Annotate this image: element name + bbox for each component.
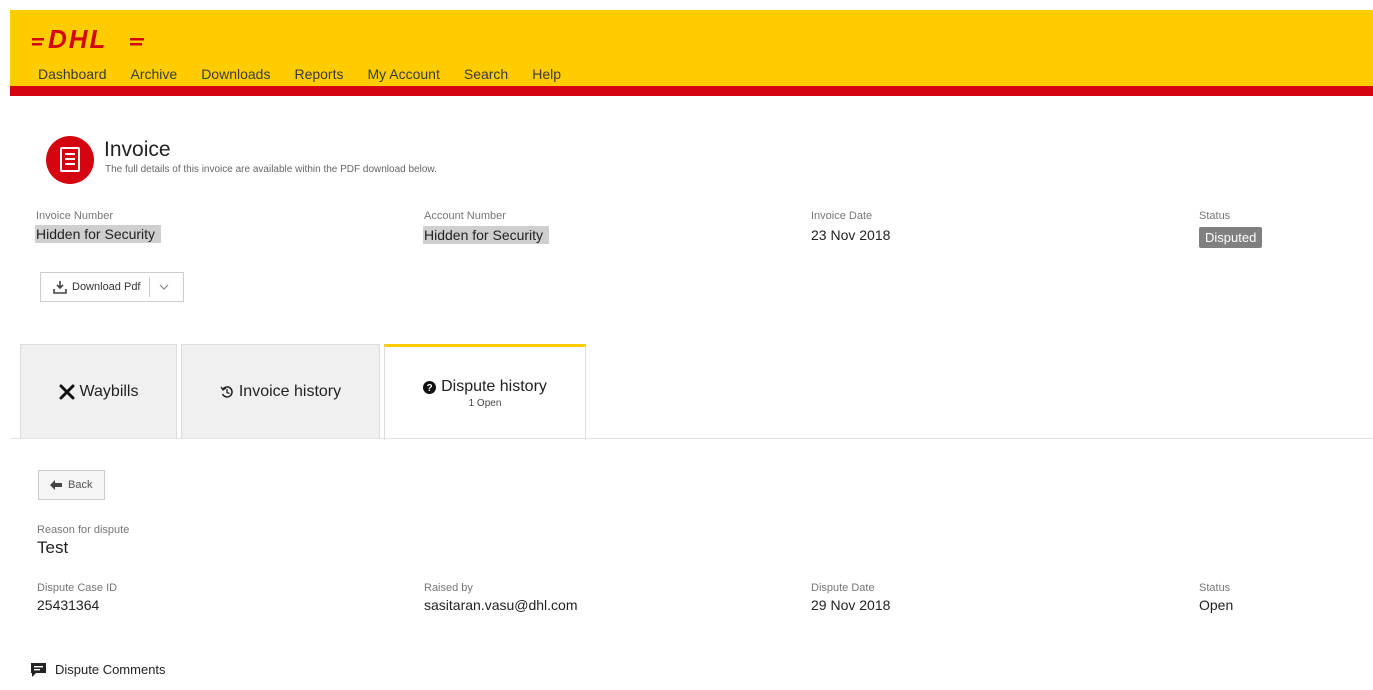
invoice-number-value: Hidden for Security [35,225,162,243]
tab-waybills[interactable]: Waybills [20,344,177,439]
nav-dashboard[interactable]: Dashboard [38,66,107,82]
tab-dispute-history-label: Dispute history [441,378,547,395]
tab-dispute-history[interactable]: ? Dispute history 1 Open [384,344,586,440]
dispute-case-id-value: 25431364 [37,597,100,613]
question-circle-icon: ? [423,380,437,394]
back-button[interactable]: Back [38,470,105,500]
arrow-left-icon [50,480,62,490]
comment-icon [31,662,46,677]
document-icon [46,136,94,184]
dispute-date-label: Dispute Date [811,582,875,594]
download-icon [53,281,67,294]
invoice-date-label: Invoice Date [811,210,873,222]
invoice-status-label: Status [1199,210,1231,222]
account-number-label: Account Number [424,210,506,222]
reason-value: Test [37,538,69,557]
raised-by-value: sasitaran.vasu@dhl.com [424,597,578,613]
dispute-comments-section: Dispute Comments [30,662,166,677]
tab-dispute-history-count: 1 Open [468,398,502,409]
history-icon [220,386,233,398]
nav-downloads[interactable]: Downloads [201,66,270,82]
header-divider [10,86,1373,96]
nav-my-account[interactable]: My Account [367,66,439,82]
nav-reports[interactable]: Reports [294,66,343,82]
dispute-status-value: Open [1199,597,1234,613]
top-header: DHL Dashboard Archive Downloads Reports … [10,10,1373,86]
tab-invoice-history[interactable]: Invoice history [181,344,380,439]
dispute-status-label: Status [1199,582,1231,594]
back-label: Back [68,479,93,491]
main-nav: Dashboard Archive Downloads Reports My A… [38,66,585,82]
account-number-value: Hidden for Security [423,226,550,244]
invoice-number-redacted: Hidden for Security [35,225,162,243]
chevron-down-icon[interactable] [159,282,169,292]
dhl-logo[interactable]: DHL [30,24,148,52]
status-badge: Disputed [1199,227,1263,248]
dispute-case-id-label: Dispute Case ID [37,582,118,594]
page-subtitle: The full details of this invoice are ava… [105,164,437,175]
logo-text: DHL [48,24,107,52]
raised-by-label: Raised by [424,582,473,594]
account-number-redacted: Hidden for Security [423,226,550,244]
reason-label: Reason for dispute [37,524,130,536]
download-pdf-button[interactable]: Download Pdf [40,272,184,302]
invoice-date-value: 23 Nov 2018 [811,227,891,243]
button-separator [148,277,150,297]
tab-invoice-history-label: Invoice history [238,383,342,400]
nav-help[interactable]: Help [532,66,561,82]
page-title: Invoice [104,138,171,161]
svg-text:?: ? [427,383,433,394]
dispute-date-value: 29 Nov 2018 [811,597,891,613]
invoice-number-label: Invoice Number [36,210,114,222]
dispute-comments-label: Dispute Comments [55,662,166,677]
nav-search[interactable]: Search [464,66,508,82]
download-pdf-label: Download Pdf [72,281,141,293]
plane-icon [59,384,75,400]
tab-waybills-label: Waybills [79,383,139,400]
nav-archive[interactable]: Archive [131,66,178,82]
tab-baseline [10,438,1373,439]
